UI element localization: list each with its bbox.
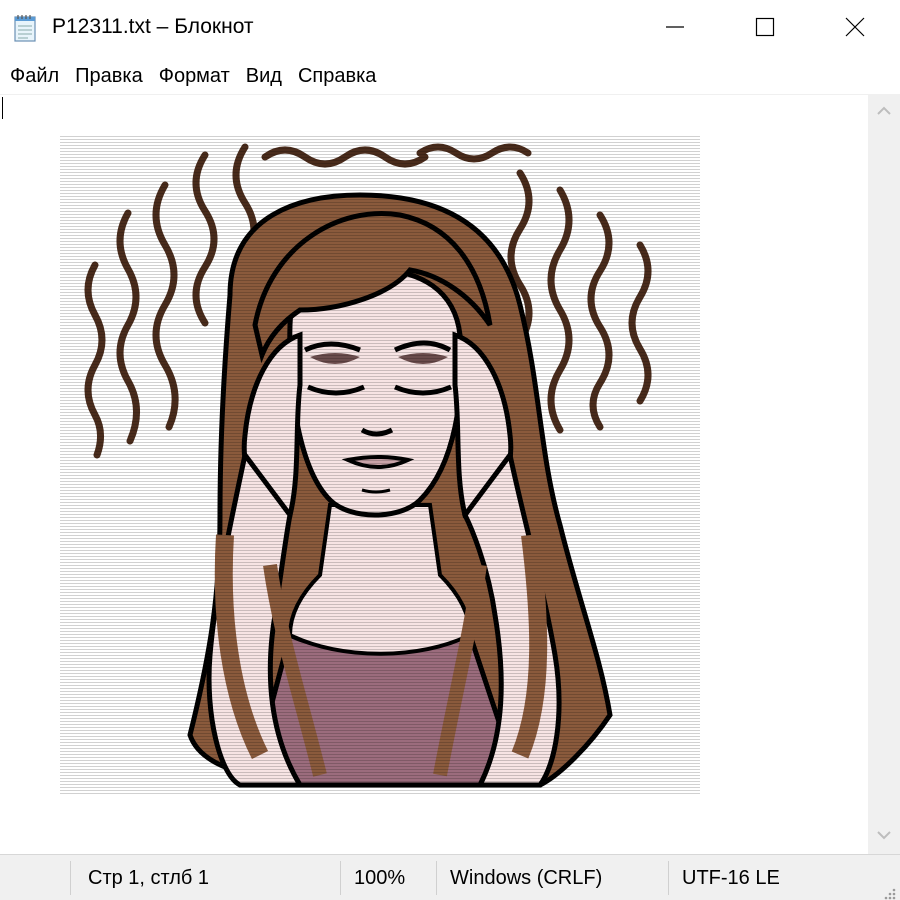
title-bar[interactable]: P12311.txt – Блокнот [0,0,900,58]
vertical-scrollbar[interactable] [868,94,900,854]
menu-bar: Файл Правка Формат Вид Справка [0,58,900,94]
menu-help[interactable]: Справка [290,58,384,94]
notepad-icon [14,14,38,42]
status-line-endings: Windows (CRLF) [450,867,603,889]
menu-view[interactable]: Вид [238,58,290,94]
scroll-down-button[interactable] [868,818,900,854]
minimize-button[interactable] [630,0,720,58]
menu-format[interactable]: Формат [151,58,238,94]
close-button[interactable] [810,0,900,58]
text-editor-area[interactable] [0,94,868,855]
status-zoom: 100% [354,867,406,889]
status-separator [70,861,71,895]
chevron-up-icon [877,103,891,121]
close-icon [845,17,865,42]
chevron-down-icon [877,827,891,845]
resize-grip-icon[interactable] [882,883,896,900]
window-title: P12311.txt – Блокнот [52,15,254,38]
status-encoding: UTF-16 LE [682,867,780,889]
menu-file[interactable]: Файл [0,58,67,94]
maximize-button[interactable] [720,0,810,58]
notepad-window: P12311.txt – Блокнот Файл Правка Формат … [0,0,900,900]
status-cursor-position: Стр 1, стлб 1 [88,867,210,889]
status-bar: Стр 1, стлб 1 100% Windows (CRLF) UTF-16… [0,854,900,900]
scroll-up-button[interactable] [868,94,900,130]
woman-headache-illustration [60,135,700,795]
maximize-icon [755,17,775,42]
menu-edit[interactable]: Правка [67,58,151,94]
minimize-icon [665,17,685,42]
